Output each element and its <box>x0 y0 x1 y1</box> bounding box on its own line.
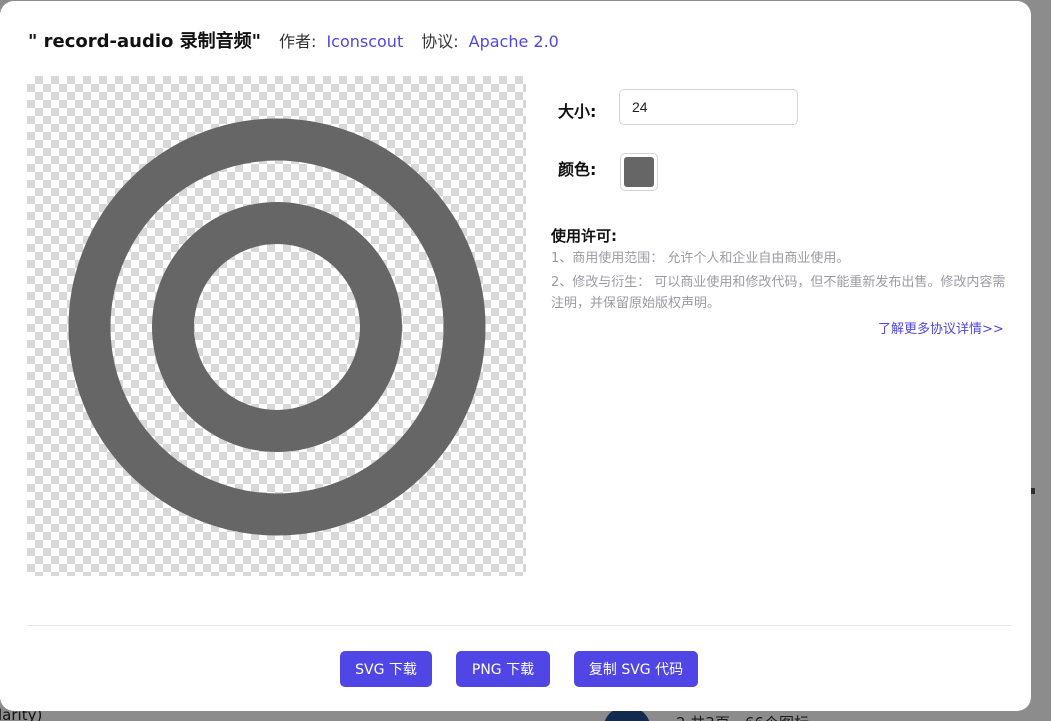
footer-divider <box>27 625 1011 626</box>
color-picker[interactable] <box>620 153 658 191</box>
icon-title: " record-audio 录制音频" <box>28 31 262 52</box>
color-swatch-fill <box>624 157 654 187</box>
modal-header: " record-audio 录制音频" 作者: Iconscout 协议: A… <box>28 27 559 53</box>
copy-svg-code-button[interactable]: 复制 SVG 代码 <box>574 651 698 687</box>
size-input[interactable] <box>619 89 798 125</box>
icon-inner-ring <box>152 202 402 452</box>
license-title: 使用许可: <box>551 227 617 245</box>
license-label: 协议: <box>421 32 459 51</box>
author-label: 作者: <box>279 32 317 51</box>
png-download-button[interactable]: PNG 下载 <box>456 651 550 687</box>
svg-download-button[interactable]: SVG 下载 <box>340 651 432 687</box>
record-audio-icon <box>68 118 486 536</box>
size-label: 大小: <box>558 102 597 121</box>
license-more-link[interactable]: 了解更多协议详情>> <box>878 318 1004 337</box>
icon-outer-ring <box>68 118 486 536</box>
icon-preview-canvas <box>27 76 526 576</box>
author-link[interactable]: Iconscout <box>326 32 403 51</box>
license-link[interactable]: Apache 2.0 <box>469 32 559 51</box>
license-commercial-scope: 1、商用使用范围： 允许个人和企业自由商业使用。 <box>551 251 850 266</box>
license-modification: 2、修改与衍生： 可以商业使用和修改代码，但不能重新发布出售。修改内容需注明，并… <box>551 275 1006 311</box>
color-label: 颜色: <box>558 160 597 179</box>
